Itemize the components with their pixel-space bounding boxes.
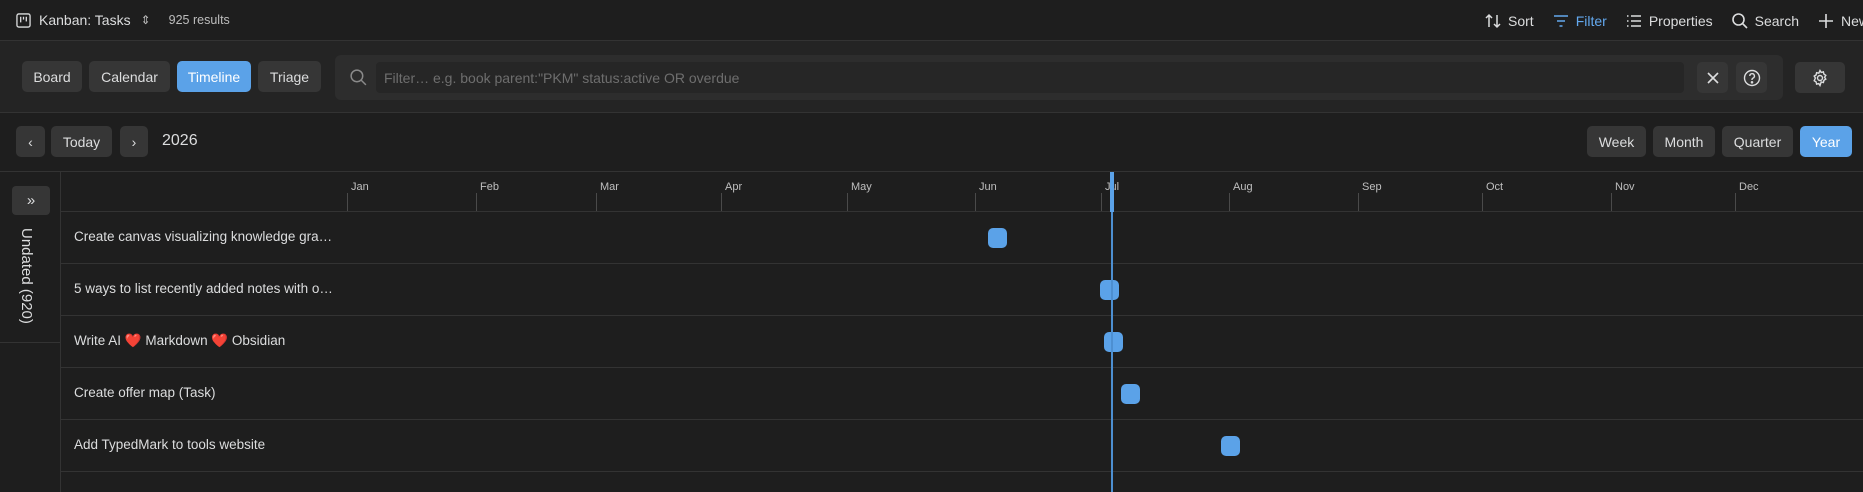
month-label-dec: Dec — [1739, 181, 1759, 193]
month-label-oct: Oct — [1486, 181, 1504, 193]
month-tick — [1358, 193, 1359, 211]
new-button[interactable]: New — [1817, 12, 1863, 30]
month-label-apr: Apr — [725, 181, 743, 193]
view-filter-bar: Board Calendar Timeline Triage — [0, 41, 1863, 113]
task-title[interactable]: Add TypedMark to tools website — [74, 437, 265, 452]
sort-button[interactable]: Sort — [1484, 12, 1534, 30]
view-title: Kanban: Tasks — [39, 12, 131, 28]
task-marker[interactable] — [1121, 384, 1140, 404]
properties-button[interactable]: Properties — [1625, 12, 1713, 30]
month-label-jun: Jun — [979, 181, 997, 193]
prev-button[interactable]: ‹ — [16, 126, 45, 157]
panel-divider — [0, 342, 61, 343]
task-row[interactable]: Add TypedMark to tools website — [61, 420, 1863, 472]
title-part: Write AI — [74, 333, 125, 348]
task-marker[interactable] — [1100, 280, 1119, 300]
tab-timeline[interactable]: Timeline — [177, 61, 251, 92]
zoom-week[interactable]: Week — [1587, 126, 1646, 157]
filter-box — [335, 55, 1783, 100]
plus-icon — [1818, 13, 1833, 28]
month-tick — [347, 193, 348, 211]
search-button[interactable]: Search — [1731, 12, 1799, 30]
close-icon — [1706, 71, 1719, 84]
month-label-sep: Sep — [1362, 181, 1382, 193]
zoom-year[interactable]: Year — [1800, 126, 1852, 157]
month-label-mar: Mar — [600, 181, 619, 193]
month-tick — [596, 193, 597, 211]
sort-icon — [1485, 13, 1501, 28]
month-tick — [1735, 193, 1736, 211]
month-tick — [476, 193, 477, 211]
task-title[interactable]: Write AI ❤️ Markdown ❤️ Obsidian — [74, 333, 285, 349]
today-marker — [1110, 172, 1114, 212]
month-tick — [721, 193, 722, 211]
month-tick — [847, 193, 848, 211]
filter-label: Filter — [1575, 12, 1607, 29]
heart-emoji: ❤️ — [211, 333, 229, 348]
new-label: New — [1840, 12, 1863, 29]
help-icon — [1743, 69, 1760, 86]
settings-button[interactable] — [1795, 62, 1845, 93]
task-row[interactable]: Create canvas visualizing knowledge gra… — [61, 212, 1863, 264]
properties-icon — [1626, 14, 1641, 27]
task-marker[interactable] — [1221, 436, 1240, 456]
undated-count[interactable]: Undated (920) — [18, 228, 35, 324]
view-selector[interactable]: Kanban: Tasks ⇕ — [16, 12, 151, 28]
next-button[interactable]: › — [120, 126, 148, 157]
tab-triage[interactable]: Triage — [258, 61, 321, 92]
properties-label: Properties — [1648, 12, 1713, 29]
top-actions: Sort Filter Properties Search New — [1466, 0, 1863, 41]
title-part: Markdown — [141, 333, 212, 348]
tab-board[interactable]: Board — [22, 61, 82, 92]
undated-panel: » Undated (920) — [0, 172, 61, 492]
month-label-may: May — [851, 181, 872, 193]
today-button[interactable]: Today — [51, 126, 112, 157]
task-marker[interactable] — [1104, 332, 1123, 352]
filter-button[interactable]: Filter — [1552, 12, 1607, 30]
today-line — [1111, 172, 1113, 492]
month-tick — [1611, 193, 1612, 211]
task-row[interactable]: Create offer map (Task) — [61, 368, 1863, 420]
search-icon — [1731, 12, 1748, 29]
search-icon — [350, 69, 367, 86]
current-year: 2026 — [162, 132, 198, 149]
top-bar: Kanban: Tasks ⇕ 925 results Sort Filter … — [0, 0, 1863, 41]
clear-filter-button[interactable] — [1697, 62, 1728, 93]
task-row[interactable]: 5 ways to list recently added notes with… — [61, 264, 1863, 316]
filter-input[interactable] — [376, 62, 1684, 93]
month-tick — [1101, 193, 1102, 211]
timeline-nav: ‹ Today › 2026 Week Month Quarter Year — [0, 114, 1863, 172]
task-title[interactable]: Create offer map (Task) — [74, 385, 216, 400]
month-tick — [1229, 193, 1230, 211]
zoom-month[interactable]: Month — [1653, 126, 1715, 157]
month-header: Jan Feb Mar Apr May Jun Jul Aug Sep Oct … — [61, 172, 1863, 212]
task-title[interactable]: 5 ways to list recently added notes with… — [74, 281, 333, 296]
timeline-grid: Jan Feb Mar Apr May Jun Jul Aug Sep Oct … — [61, 172, 1863, 492]
expand-panel-button[interactable]: » — [12, 186, 50, 215]
month-label-aug: Aug — [1233, 181, 1253, 193]
month-label-jan: Jan — [351, 181, 369, 193]
month-label-nov: Nov — [1615, 181, 1635, 193]
task-row[interactable]: Write AI ❤️ Markdown ❤️ Obsidian — [61, 316, 1863, 368]
month-tick — [1482, 193, 1483, 211]
kanban-icon — [16, 12, 31, 28]
zoom-quarter[interactable]: Quarter — [1722, 126, 1793, 157]
month-label-feb: Feb — [480, 181, 499, 193]
chevron-updown-icon: ⇕ — [140, 13, 151, 27]
filter-icon — [1553, 14, 1568, 27]
month-tick — [975, 193, 976, 211]
gear-icon — [1813, 68, 1827, 87]
task-title[interactable]: Create canvas visualizing knowledge gra… — [74, 229, 332, 244]
title-part: Obsidian — [228, 333, 286, 348]
filter-help-button[interactable] — [1736, 62, 1767, 93]
results-count: 925 results — [168, 13, 230, 27]
tab-calendar[interactable]: Calendar — [89, 61, 170, 92]
sort-label: Sort — [1508, 12, 1534, 29]
search-label: Search — [1754, 12, 1799, 29]
task-marker[interactable] — [988, 228, 1007, 248]
heart-emoji: ❤️ — [124, 333, 142, 348]
